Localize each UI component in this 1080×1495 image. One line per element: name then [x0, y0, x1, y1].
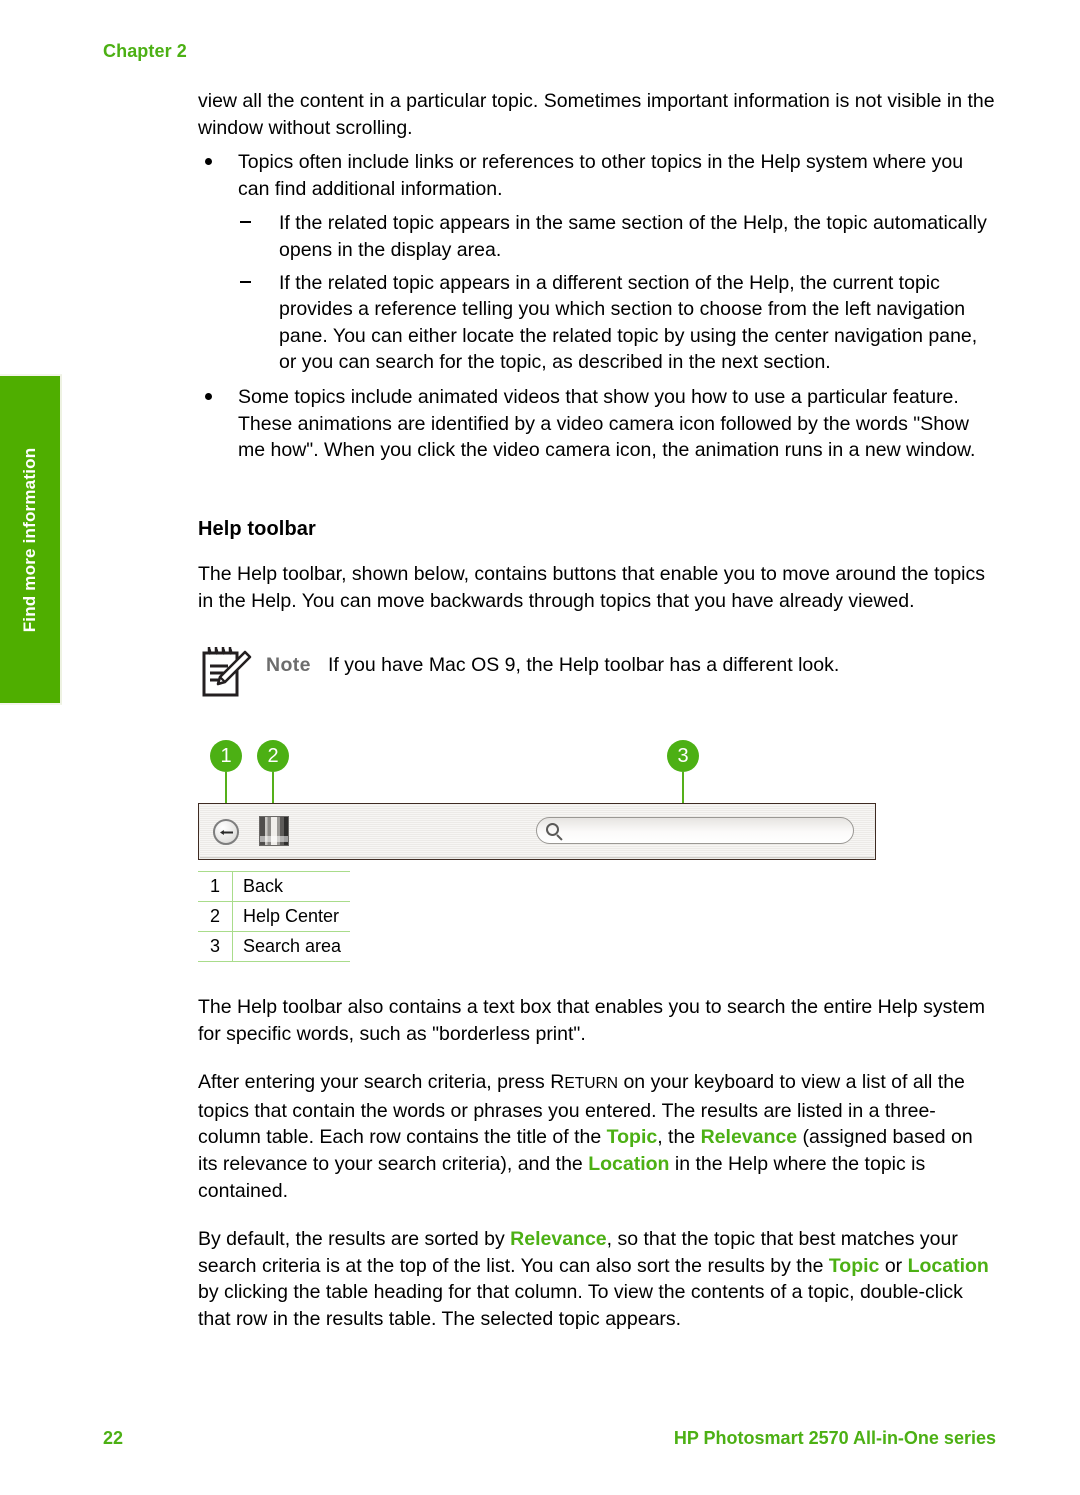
list-item: If the related topic appears in the same…: [238, 210, 996, 263]
bullet-list: Topics often include links or references…: [198, 149, 996, 464]
document-page: Chapter 2 Find more information view all…: [0, 0, 1080, 1495]
legend-number: 3: [198, 931, 233, 962]
legend-number: 1: [198, 871, 233, 902]
list-item: Topics often include links or references…: [198, 149, 996, 376]
search-icon: [546, 823, 559, 836]
table-row: 1 Back: [198, 871, 350, 902]
text-run: By default, the results are sorted by: [198, 1228, 511, 1251]
callout-marker-3: 3: [667, 740, 699, 772]
legend-number: 2: [198, 901, 233, 932]
note-text: If you have Mac OS 9, the Help toolbar h…: [328, 654, 840, 676]
key-return-smallcaps: ETURN: [564, 1075, 619, 1093]
side-thumb-tab-label: Find more information: [20, 447, 39, 632]
callout-leader-2: [272, 772, 274, 803]
content-column-help-toolbar: Help toolbar The Help toolbar, shown bel…: [198, 518, 996, 614]
table-row: 2 Help Center: [198, 901, 350, 932]
bullet-dot-icon: [205, 158, 212, 166]
dash-icon: [240, 221, 251, 224]
list-item-text: Some topics include animated videos that…: [238, 385, 976, 462]
keyword-relevance: Relevance: [510, 1228, 607, 1251]
legend-label: Help Center: [232, 901, 350, 932]
table-row: 3 Search area: [198, 931, 350, 962]
sub-list: If the related topic appears in the same…: [238, 210, 996, 376]
text-run: or: [879, 1254, 908, 1277]
legend-label: Back: [232, 871, 350, 902]
page-number: 22: [103, 1428, 124, 1448]
notepad-pencil-icon: [202, 647, 252, 697]
paragraph-intro-continuation: view all the content in a particular top…: [198, 90, 995, 139]
callout-marker-2: 2: [257, 740, 289, 772]
callout-leader-3: [682, 772, 684, 803]
bullet-dot-icon: [205, 392, 212, 400]
paragraph-searchbox: The Help toolbar also contains a text bo…: [198, 996, 985, 1045]
section-heading: Help toolbar: [198, 518, 316, 540]
callout-leader-1: [225, 772, 227, 803]
legend-label: Search area: [232, 931, 350, 962]
text-run: After entering your search criteria, pre…: [198, 1071, 551, 1094]
keyword-topic: Topic: [828, 1254, 880, 1277]
search-input[interactable]: [536, 817, 854, 844]
list-item: If the related topic appears in a differ…: [238, 270, 996, 376]
text-run: , the: [657, 1126, 701, 1149]
keyword-location: Location: [907, 1254, 989, 1277]
figure-legend-table: 1 Back 2 Help Center 3 Search area: [198, 871, 350, 962]
keyword-relevance: Relevance: [700, 1126, 798, 1149]
callout-marker-1: 1: [210, 740, 242, 772]
dash-icon: [240, 280, 251, 283]
note-label: Note: [266, 654, 311, 676]
paragraph-toolbar-intro: The Help toolbar, shown below, contains …: [198, 563, 986, 612]
help-center-button[interactable]: [259, 816, 289, 846]
paragraph-sorting: By default, the results are sorted by Re…: [198, 1226, 996, 1332]
side-thumb-tab: Find more information: [0, 374, 62, 705]
keyword-topic: Topic: [606, 1126, 658, 1149]
list-item: Some topics include animated videos that…: [198, 384, 996, 464]
footer-book-title: HP Photosmart 2570 All-in-One series: [673, 1428, 996, 1448]
help-toolbar-figure: 1 2 3: [198, 740, 878, 860]
content-column-bottom: The Help toolbar also contains a text bo…: [198, 994, 996, 1333]
keyword-location: Location: [588, 1152, 670, 1175]
sub-list-item-text: If the related topic appears in a differ…: [279, 271, 978, 374]
content-column-top: view all the content in a particular top…: [198, 88, 996, 464]
text-run: by clicking the table heading for that c…: [198, 1281, 963, 1330]
key-return: RETURN: [550, 1071, 618, 1093]
note-block: Note If you have Mac OS 9, the Help tool…: [198, 644, 998, 704]
key-return-initial: R: [550, 1071, 565, 1094]
help-toolbar: [198, 803, 876, 860]
sub-list-item-text: If the related topic appears in the same…: [279, 212, 987, 261]
paragraph-return-results: After entering your search criteria, pre…: [198, 1069, 996, 1204]
list-item-text: Topics often include links or references…: [238, 151, 964, 200]
chapter-running-head: Chapter 2: [103, 41, 187, 61]
back-button[interactable]: [213, 819, 239, 845]
